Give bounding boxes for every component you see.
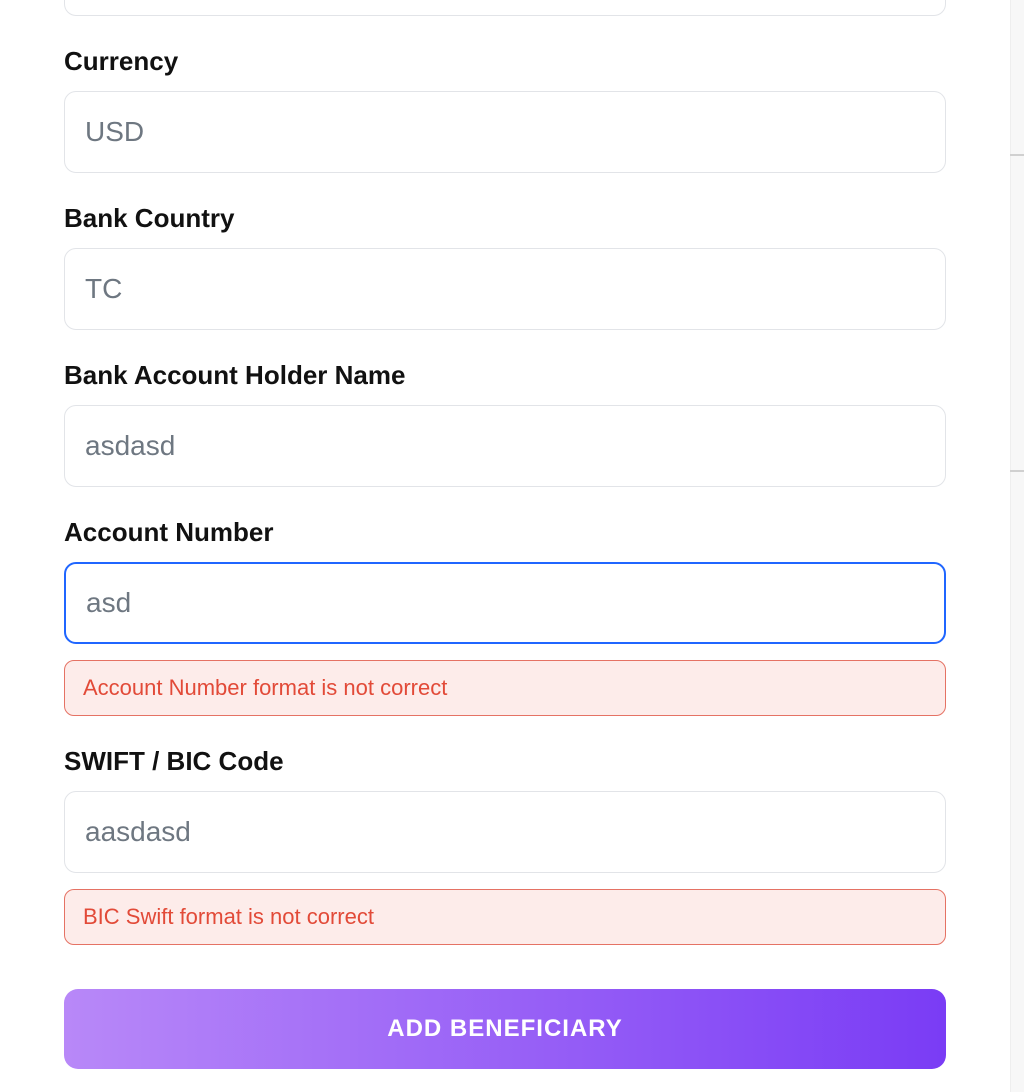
currency-input[interactable] bbox=[64, 91, 946, 173]
scrollbar-mark bbox=[1010, 154, 1024, 156]
bank-country-input[interactable] bbox=[64, 248, 946, 330]
right-edge-scrollbar[interactable] bbox=[1010, 0, 1024, 1092]
account-number-field-group: Account Number Account Number format is … bbox=[64, 517, 946, 716]
currency-label: Currency bbox=[64, 46, 946, 77]
bank-country-field-group: Bank Country bbox=[64, 203, 946, 330]
account-holder-field-group: Bank Account Holder Name bbox=[64, 360, 946, 487]
currency-field-group: Currency bbox=[64, 46, 946, 173]
account-holder-label: Bank Account Holder Name bbox=[64, 360, 946, 391]
swift-bic-field-group: SWIFT / BIC Code BIC Swift format is not… bbox=[64, 746, 946, 945]
bank-country-label: Bank Country bbox=[64, 203, 946, 234]
swift-bic-error: BIC Swift format is not correct bbox=[64, 889, 946, 945]
account-number-error: Account Number format is not correct bbox=[64, 660, 946, 716]
account-number-input[interactable] bbox=[64, 562, 946, 644]
account-number-label: Account Number bbox=[64, 517, 946, 548]
previous-field-edge bbox=[64, 0, 946, 16]
page-container: Currency Bank Country Bank Account Holde… bbox=[0, 0, 1024, 1092]
scrollbar-mark bbox=[1010, 470, 1024, 472]
add-beneficiary-button[interactable]: ADD BENEFICIARY bbox=[64, 989, 946, 1069]
swift-bic-input[interactable] bbox=[64, 791, 946, 873]
swift-bic-label: SWIFT / BIC Code bbox=[64, 746, 946, 777]
beneficiary-form: Currency Bank Country Bank Account Holde… bbox=[0, 0, 1010, 1092]
account-holder-input[interactable] bbox=[64, 405, 946, 487]
